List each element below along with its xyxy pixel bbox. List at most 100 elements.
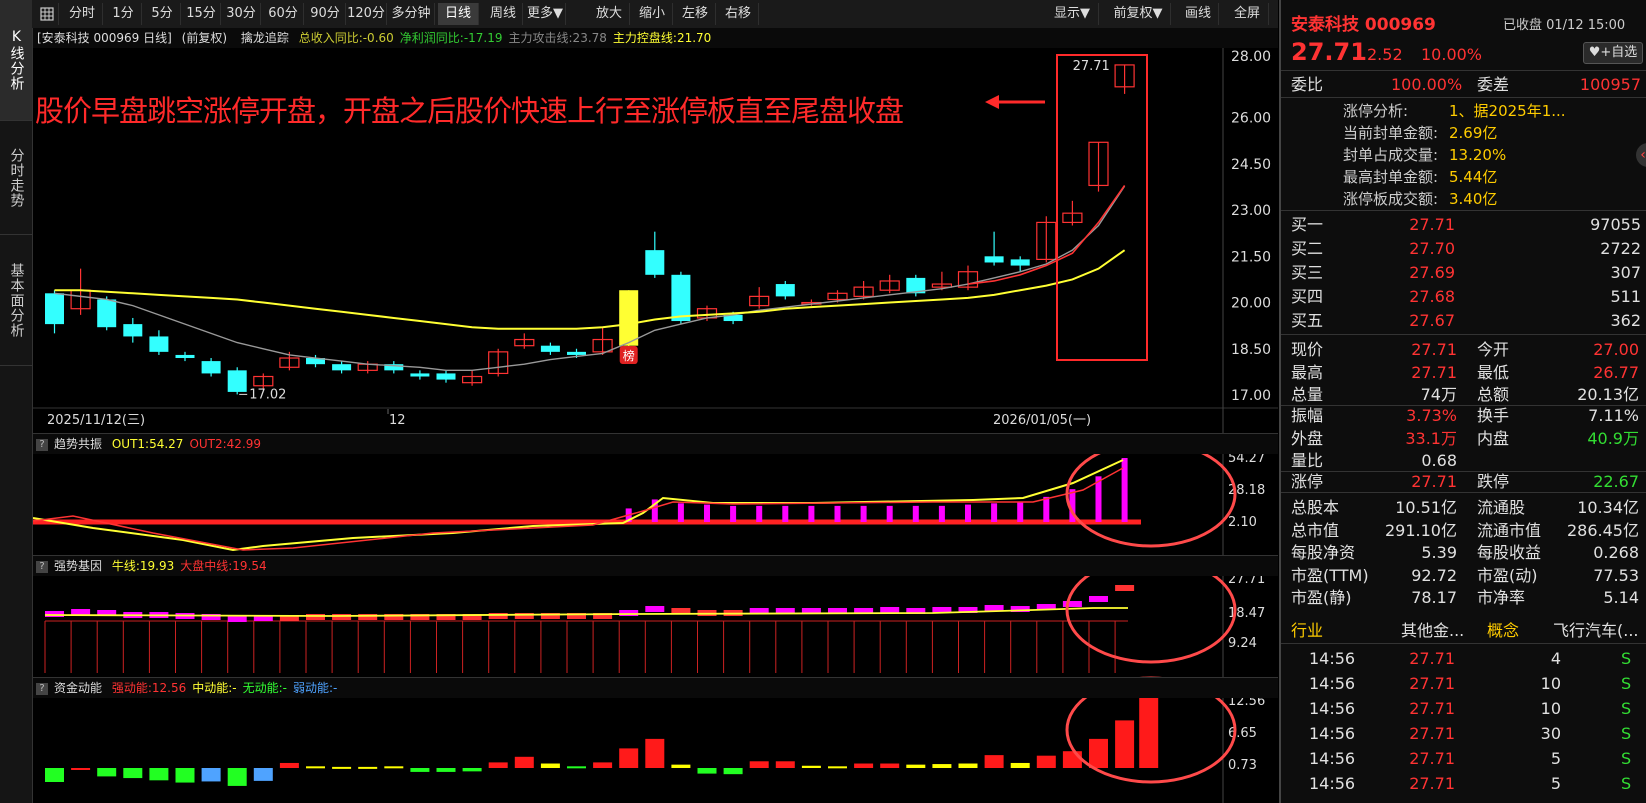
trend-bar [860,505,867,522]
period-tab[interactable]: 分时 [62,3,103,25]
highlight-box [1056,54,1148,361]
candle-body [671,274,691,322]
period-tab[interactable]: 5分 [144,3,181,25]
fund-bar [279,762,299,768]
trend-bar [1043,496,1050,522]
gene-bar [227,616,247,622]
y-tick-label: 18.50 [1231,342,1271,358]
fund-bar [880,763,900,768]
industry-concept-row[interactable]: 行业 其他金... 概念 飞行汽车(... [1281,618,1646,643]
gene-panel-title[interactable]: 强势基因 [54,559,102,573]
trend-bar [938,505,945,522]
adjust-dropdown[interactable]: 前复权▼ [1106,3,1171,25]
period-tab[interactable]: 90分 [305,3,346,25]
x-tick-label: 2026/01/05(一) [993,413,1091,428]
stat-row: 市盈(静) 78.17 市净率 5.14 [1281,585,1646,610]
period-tab[interactable]: 120分 [346,3,387,25]
period-tab[interactable]: 60分 [263,3,304,25]
bid-label: 买三 [1291,263,1324,282]
tick-direction: S [1621,749,1632,768]
limit-analysis-row: 当前封单金额: 2.69亿 [1281,122,1646,144]
chart-area[interactable]: [安泰科技 000969 日线] (前复权) 擒龙追踪 总收入同比:-0.60 净… [33,28,1278,803]
bid-row[interactable]: 买二 27.70 2722 [1281,236,1646,261]
fund-bar [801,765,821,768]
stat-label: 总市值 [1291,520,1340,540]
fund-bar [514,756,534,768]
bid-label: 买五 [1291,311,1324,330]
trend-bar [782,505,789,522]
y-tick-label: 9.24 [1228,636,1257,651]
move-left-button[interactable]: 左移 [675,3,716,25]
period-tab[interactable]: 更多▼ [525,3,566,25]
period-tab[interactable]: 周线 [484,3,523,25]
limit-analysis-row: 涨停板成交额: 3.40亿 [1281,188,1646,210]
tab-fundamentals[interactable]: 基本面分析 [0,235,32,366]
stat-label: 今开 [1477,340,1510,359]
help-icon[interactable]: ? [36,560,48,573]
help-icon[interactable]: ? [36,682,48,695]
tab-kline-analysis[interactable]: K线分析 [0,0,32,121]
stat-label: 市净率 [1477,588,1526,607]
add-favorite-button[interactable]: ♥+自选 [1583,42,1643,64]
display-dropdown[interactable]: 显示▼ [1046,3,1099,25]
indicator-field: 中动能:- [192,681,237,695]
trend-bar [730,505,737,522]
period-tab[interactable]: 15分 [182,3,221,25]
stat-value: 77.53 [1593,565,1639,585]
move-right-button[interactable]: 右移 [718,3,759,25]
price-change: 2.52 [1367,45,1403,64]
fund-bar [749,761,769,768]
fund-bar [306,766,325,769]
tick-time: 14:56 [1309,649,1356,668]
zoom-out-button[interactable]: 缩小 [632,3,673,25]
trend-panel-title[interactable]: 趋势共振 [54,437,102,451]
fund-bar [1010,762,1030,768]
industry-value[interactable]: 其他金... [1401,618,1464,643]
zoom-in-button[interactable]: 放大 [589,3,630,25]
trend-bar [991,503,998,522]
fund-bar [540,763,560,768]
grid-menu-icon[interactable] [36,3,59,25]
fund-panel-title[interactable]: 资金动能 [54,681,102,695]
candle-body [1010,259,1030,266]
period-tab[interactable]: 1分 [105,3,142,25]
indicator-field: 弱动能:- [293,681,338,695]
limit-value: 5.44亿 [1449,168,1498,186]
fund-bar [1036,755,1056,768]
indicator-field: OUT2:42.99 [189,437,262,451]
period-tab[interactable]: 日线 [438,3,479,25]
concept-value[interactable]: 飞行汽车(... [1553,618,1645,643]
concept-label: 概念 [1487,621,1520,640]
tick-row: 14:56 27.71 5 S [1281,771,1646,796]
tick-volume: 4 [1550,649,1561,668]
trend-bar [808,505,815,522]
candle-body [149,336,169,352]
bid-row[interactable]: 买四 27.68 511 [1281,284,1646,309]
bid-row[interactable]: 买五 27.67 362 [1281,308,1646,333]
fullscreen-button[interactable]: 全屏 [1226,3,1269,25]
bid-row[interactable]: 买一 27.71 97055 [1281,212,1646,237]
draw-line-button[interactable]: 画线 [1178,3,1219,25]
fund-bar [828,766,847,769]
fund-bar [775,761,795,768]
low-marker-label: 17.02 [249,387,286,402]
fund-bar [1115,720,1135,768]
y-tick-label: 23.00 [1231,203,1271,219]
candle-body [45,293,64,325]
trend-bar [1017,502,1024,522]
y-tick-label: 0.73 [1228,758,1257,773]
period-tab[interactable]: 多分钟 [388,3,435,25]
y-tick-label: 21.50 [1231,249,1271,265]
trend-red-line [33,467,1124,551]
fund-panel-header: ? 资金动能 强动能:12.56 中动能:- 无动能:- 弱动能:- [33,677,1278,698]
tick-time: 14:56 [1309,774,1356,793]
bid-volume: 511 [1610,287,1641,306]
tick-direction: S [1621,674,1632,693]
trend-bar [886,505,893,522]
help-icon[interactable]: ? [36,438,48,451]
tab-intraday[interactable]: 分时走势 [0,121,32,235]
fund-bar [384,766,404,769]
period-tab[interactable]: 30分 [222,3,261,25]
bid-row[interactable]: 买三 27.69 307 [1281,260,1646,285]
add-favorite-label: +自选 [1600,45,1638,60]
